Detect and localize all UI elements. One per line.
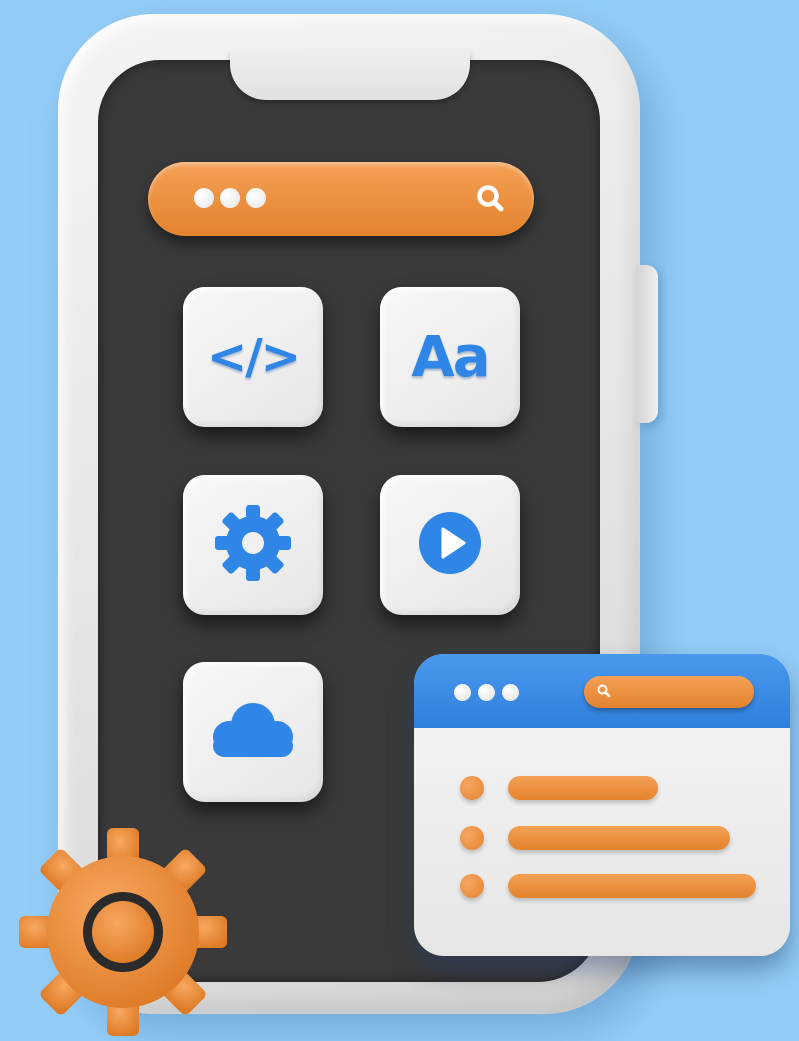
search-icon xyxy=(596,683,612,703)
search-dot xyxy=(246,188,266,208)
list-bullet xyxy=(460,776,484,800)
app-tile-fonts[interactable]: Aa xyxy=(380,287,520,427)
play-icon xyxy=(415,508,485,582)
app-tile-settings[interactable] xyxy=(183,475,323,615)
gear-icon xyxy=(211,501,295,589)
window-dot xyxy=(454,684,471,701)
search-dot xyxy=(220,188,240,208)
browser-window-card xyxy=(414,654,790,956)
browser-title-bar xyxy=(414,654,790,728)
search-dot xyxy=(194,188,214,208)
list-line xyxy=(508,826,730,850)
window-dot xyxy=(502,684,519,701)
list-bullet xyxy=(460,874,484,898)
window-dot xyxy=(478,684,495,701)
large-gear-icon xyxy=(6,822,236,1037)
phone-notch xyxy=(230,50,470,100)
font-icon: Aa xyxy=(411,324,490,390)
app-tile-cloud[interactable] xyxy=(183,662,323,802)
search-icon[interactable] xyxy=(474,182,508,216)
list-line xyxy=(508,776,658,800)
search-bar[interactable] xyxy=(148,162,534,236)
phone-side-button xyxy=(636,265,658,423)
app-tile-video[interactable] xyxy=(380,475,520,615)
cloud-icon xyxy=(201,695,305,769)
browser-search-bar[interactable] xyxy=(584,676,754,708)
app-tile-code[interactable]: </> xyxy=(183,287,323,427)
code-icon: </> xyxy=(207,329,301,385)
list-bullet xyxy=(460,826,484,850)
list-line xyxy=(508,874,756,898)
